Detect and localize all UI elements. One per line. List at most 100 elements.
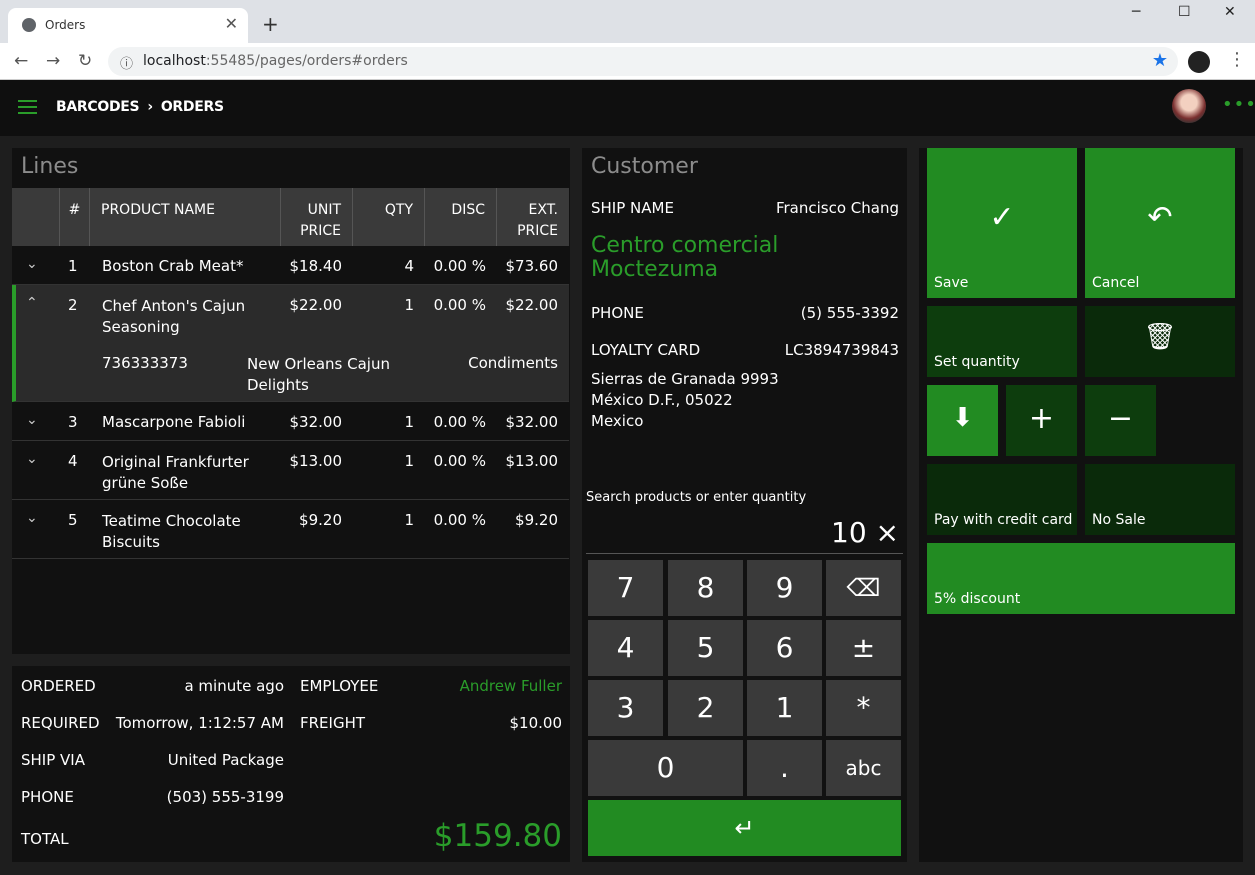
lines-title: Lines <box>21 154 79 179</box>
key-abc[interactable]: abc <box>826 740 901 796</box>
trash-icon: 🗑 <box>1143 322 1177 352</box>
loyalty-card-value: LC3894739843 <box>784 341 899 359</box>
key-4[interactable]: 4 <box>588 620 663 676</box>
info-icon: ⓘ <box>120 57 134 72</box>
ship-name-value: Francisco Chang <box>775 199 899 217</box>
lines-panel: Lines # PRODUCT NAME UNIT PRICE QTY DISC … <box>12 148 570 654</box>
address-bar: ← → ↻ ⓘ localhost:55485/pages/orders#ord… <box>0 43 1255 80</box>
browser-tab[interactable]: Orders ✕ <box>8 8 248 43</box>
key-0[interactable]: 0 <box>588 740 743 796</box>
hamburger-menu-icon[interactable] <box>18 100 37 118</box>
chevron-down-icon[interactable]: ⌄ <box>26 412 38 428</box>
header-ext-price: EXT. PRICE <box>517 202 558 239</box>
employee-link[interactable]: Andrew Fuller <box>460 677 562 695</box>
save-button[interactable]: ✓ Save <box>927 148 1077 298</box>
table-row[interactable]: ⌄ 4 Original Frankfurter grüne Soße $13.0… <box>12 441 569 500</box>
browser-tabbar: Orders ✕ + ─ ☐ ✕ <box>0 0 1255 43</box>
key-6[interactable]: 6 <box>747 620 822 676</box>
header-disc: DISC <box>425 188 497 246</box>
chevron-down-icon[interactable]: ⌄ <box>26 510 38 526</box>
maximize-icon[interactable]: ☐ <box>1178 4 1191 20</box>
window-close-icon[interactable]: ✕ <box>1224 4 1236 20</box>
customer-panel: Customer SHIP NAME Francisco Chang Centr… <box>582 148 907 862</box>
more-options-icon[interactable]: ••• <box>1222 94 1255 115</box>
back-icon[interactable]: ← <box>14 51 28 71</box>
delete-button[interactable]: 🗑 <box>1085 306 1235 377</box>
archive-button[interactable]: ⬇ <box>927 385 998 456</box>
discount-button[interactable]: 5% discount <box>927 543 1235 614</box>
key-3[interactable]: 3 <box>588 680 663 736</box>
breadcrumb-barcodes[interactable]: BARCODES <box>56 99 140 115</box>
supplier: New Orleans Cajun Delights <box>247 355 390 394</box>
url-host: localhost <box>143 53 206 69</box>
key-multiply[interactable]: * <box>826 680 901 736</box>
chevron-down-icon[interactable]: ⌄ <box>26 451 38 467</box>
key-decimal[interactable]: . <box>747 740 822 796</box>
forward-icon[interactable]: → <box>46 51 60 71</box>
product-code: 736333373 <box>102 354 188 372</box>
enter-button[interactable]: ↵ <box>588 800 901 856</box>
required-value: Tomorrow, 1:12:57 AM <box>115 714 284 732</box>
reload-icon[interactable]: ↻ <box>78 51 92 71</box>
search-label: Search products or enter quantity <box>586 490 807 505</box>
order-summary-panel: ORDERED a minute ago REQUIRED Tomorrow, … <box>12 666 570 862</box>
table-row[interactable]: ⌄ 5 Teatime Chocolate Biscuits $9.20 1 0.… <box>12 500 569 559</box>
chevron-down-icon[interactable]: ⌄ <box>26 256 38 272</box>
globe-icon <box>22 18 36 32</box>
key-7[interactable]: 7 <box>588 560 663 616</box>
decrement-button[interactable]: − <box>1085 385 1156 456</box>
minus-icon: − <box>1107 401 1134 436</box>
pay-credit-card-button[interactable]: Pay with credit card <box>927 464 1077 535</box>
ship-via-value[interactable]: United Package <box>168 751 284 769</box>
lines-table-header: # PRODUCT NAME UNIT PRICE QTY DISC EXT. PR… <box>12 188 569 246</box>
key-5[interactable]: 5 <box>668 620 743 676</box>
customer-phone-value: (5) 555-3392 <box>800 304 899 322</box>
url-field[interactable]: ⓘ localhost:55485/pages/orders#orders ★ <box>108 47 1178 76</box>
table-row[interactable]: ⌄ 3 Mascarpone Fabioli $32.00 1 0.00 % $… <box>12 402 569 441</box>
plus-icon: + <box>1028 401 1055 436</box>
category: Condiments <box>468 354 558 372</box>
checkmark-icon: ✓ <box>989 200 1015 235</box>
company-name[interactable]: Centro comercial Moctezuma <box>591 234 778 282</box>
freight-value: $10.00 <box>509 714 563 732</box>
new-tab-icon[interactable]: + <box>262 12 279 36</box>
customer-address: Sierras de Granada 9993 México D.F., 0502… <box>591 370 779 430</box>
avatar[interactable] <box>1172 89 1206 123</box>
backspace-icon[interactable]: ⌫ <box>826 560 901 616</box>
cancel-button[interactable]: ↶ Cancel <box>1085 148 1235 298</box>
profile-icon[interactable] <box>1188 51 1210 73</box>
key-8[interactable]: 8 <box>668 560 743 616</box>
bookmark-star-icon[interactable]: ★ <box>1152 50 1168 71</box>
key-2[interactable]: 2 <box>668 680 743 736</box>
customer-title: Customer <box>591 154 698 179</box>
undo-icon: ↶ <box>1147 200 1173 235</box>
breadcrumb-orders: ORDERS <box>160 99 224 115</box>
key-9[interactable]: 9 <box>747 560 822 616</box>
header-product-name: PRODUCT NAME <box>90 188 281 246</box>
header-unit-price: UNIT PRICE <box>281 188 353 246</box>
chevron-up-icon[interactable]: ⌃ <box>26 295 38 311</box>
tab-title: Orders <box>45 18 86 32</box>
header-num: # <box>60 188 90 246</box>
search-value: 10 × <box>831 516 899 549</box>
no-sale-button[interactable]: No Sale <box>1085 464 1235 535</box>
header-qty: QTY <box>353 188 425 246</box>
chevron-right-icon: › <box>147 99 153 115</box>
key-plus-minus[interactable]: ± <box>826 620 901 676</box>
table-row[interactable]: ⌄ 1 Boston Crab Meat* $18.40 4 0.00 % $7… <box>12 246 569 285</box>
browser-menu-icon[interactable]: ⋮ <box>1228 49 1246 70</box>
actions-panel: ✓ Save ↶ Cancel Set quantity 🗑 ⬇ + − Pay… <box>919 148 1243 862</box>
increment-button[interactable]: + <box>1006 385 1077 456</box>
ordered-value: a minute ago <box>184 677 284 695</box>
archive-icon: ⬇ <box>951 403 974 433</box>
table-row-selected[interactable]: ⌃ 2 Chef Anton's Cajun Seasoning $22.00 1… <box>12 285 569 402</box>
set-quantity-button[interactable]: Set quantity <box>927 306 1077 377</box>
breadcrumb: BARCODES › ORDERS <box>56 99 224 115</box>
close-tab-icon[interactable]: ✕ <box>225 14 238 33</box>
url-path: :55485/pages/orders#orders <box>205 53 408 69</box>
key-1[interactable]: 1 <box>747 680 822 736</box>
minimize-icon[interactable]: ─ <box>1132 4 1140 20</box>
app-header: BARCODES › ORDERS ••• <box>0 80 1255 136</box>
total-value: $159.80 <box>433 818 562 854</box>
search-input[interactable]: 10 × <box>586 512 903 554</box>
